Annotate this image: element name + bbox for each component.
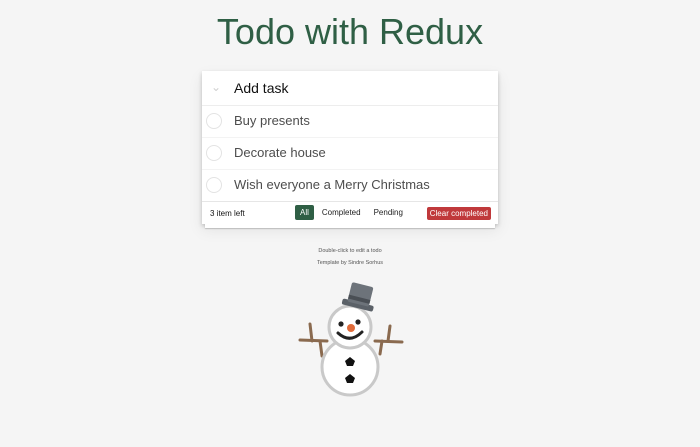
filter-completed[interactable]: Completed — [317, 205, 366, 220]
todo-label: Wish everyone a Merry Christmas — [234, 177, 430, 192]
edit-hint: Double-click to edit a todo — [318, 248, 382, 254]
filter-group: All Completed Pending — [295, 205, 408, 220]
stack-paper — [205, 224, 495, 228]
template-credit: Template by Sindre Sorhus — [316, 260, 384, 266]
todo-item[interactable]: Decorate house — [202, 138, 498, 170]
items-left-count: 3 item left — [210, 209, 245, 218]
new-todo-input[interactable] — [234, 77, 484, 99]
filter-all[interactable]: All — [295, 205, 314, 220]
todo-app: ⌄ Buy presents Decorate house Wish every… — [202, 71, 498, 231]
filter-pending[interactable]: Pending — [369, 205, 408, 220]
todo-list: Buy presents Decorate house Wish everyon… — [202, 106, 498, 202]
todo-footer: 3 item left All Completed Pending Clear … — [202, 202, 498, 224]
todo-checkbox[interactable] — [206, 145, 222, 161]
clear-completed-button[interactable]: Clear completed — [426, 207, 491, 220]
page: Todo with Redux ⌄ Buy presents Decorate … — [0, 0, 700, 447]
chevron-down-icon[interactable]: ⌄ — [209, 80, 223, 94]
snowman-icon — [296, 278, 406, 405]
todo-item[interactable]: Buy presents — [202, 106, 498, 138]
todo-item[interactable]: Wish everyone a Merry Christmas — [202, 170, 498, 202]
todo-label: Buy presents — [234, 113, 310, 128]
todo-label: Decorate house — [234, 145, 326, 160]
todo-checkbox[interactable] — [206, 177, 222, 193]
todo-checkbox[interactable] — [206, 113, 222, 129]
new-todo-row: ⌄ — [202, 71, 498, 106]
page-title: Todo with Redux — [216, 11, 484, 52]
